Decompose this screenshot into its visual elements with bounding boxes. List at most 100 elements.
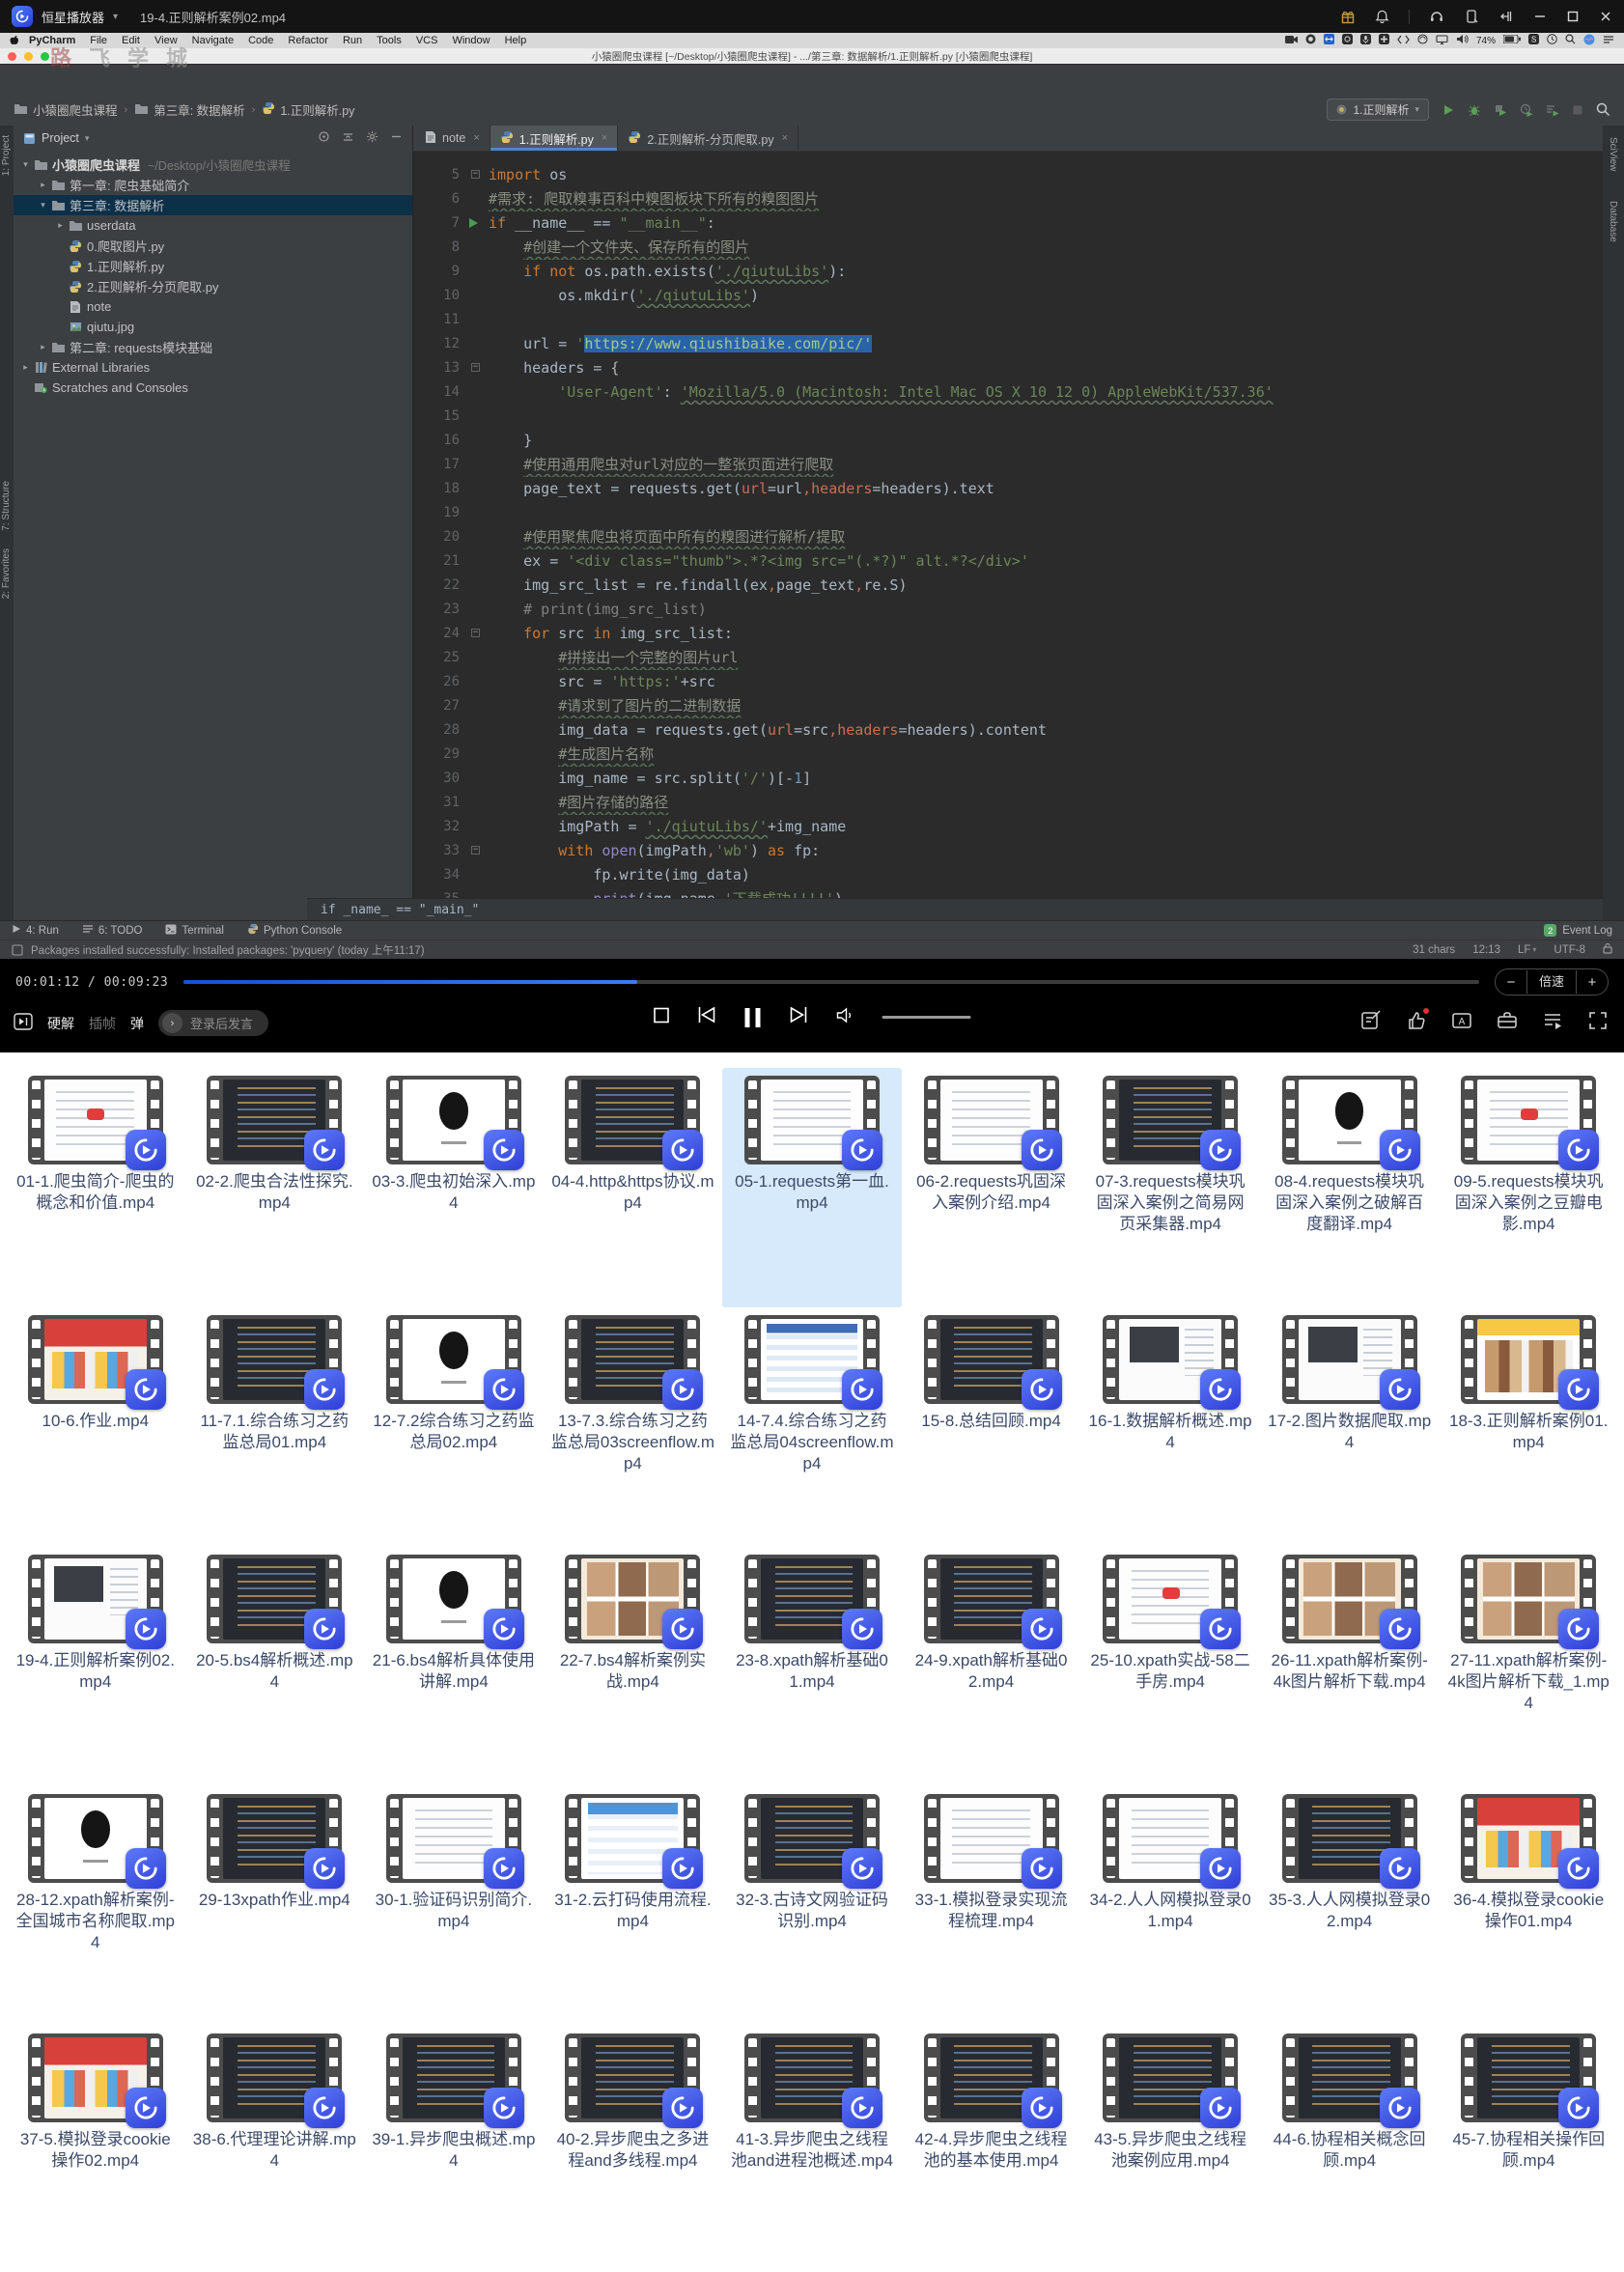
gear-icon[interactable] [366,130,378,146]
collapse-all-icon[interactable] [342,130,354,146]
subtitle-icon[interactable]: A [1451,1010,1472,1036]
playlist-icon[interactable] [1542,1010,1563,1036]
video-item[interactable]: 38-6.代理理论讲解.mp4 [185,2026,365,2265]
editor-tab[interactable]: 2.正则解析-分页爬取.py× [618,126,798,151]
video-item[interactable]: 17-2.图片数据爬取.mp4 [1260,1307,1440,1547]
speed-plus-button[interactable]: + [1577,974,1608,991]
toolbox-icon[interactable] [1497,1010,1518,1036]
video-item[interactable]: 19-4.正则解析案例02.mp4 [6,1547,185,1786]
menu-item[interactable]: Code [248,35,273,46]
volume-icon[interactable] [1456,34,1469,47]
video-item[interactable]: 42-4.异步爬虫之线程池的基本使用.mp4 [902,2026,1081,2265]
tree-item[interactable]: note [14,296,412,317]
mic-app-icon[interactable] [1360,34,1371,47]
stop-button[interactable] [654,1007,670,1028]
video-item[interactable]: 25-10.xpath实战-58二手房.mp4 [1080,1547,1260,1786]
fullscreen-icon[interactable] [1587,1010,1609,1036]
tree-item[interactable]: 0.爬取图片.py [14,236,412,256]
video-item[interactable]: 21-6.bs4解析具体使用讲解.mp4 [364,1547,544,1786]
breadcrumb-item[interactable]: 1.正则解析.py [262,100,354,119]
status-message[interactable]: Packages installed successfully: Install… [31,942,425,958]
video-item[interactable]: 32-3.古诗文网验证码识别.mp4 [722,1786,902,2026]
chevron-down-icon[interactable]: ▾ [113,12,118,22]
next-button[interactable] [788,1006,809,1028]
video-item[interactable]: 18-3.正则解析案例01.mp4 [1439,1307,1618,1547]
danmu-input[interactable]: › 登录后发言 [158,1010,268,1036]
hide-panel-icon[interactable] [390,130,403,146]
tab-close-icon[interactable]: × [473,132,479,144]
video-item[interactable]: 23-8.xpath解析基础01.mp4 [722,1547,902,1786]
video-item[interactable]: 15-8.总结回顾.mp4 [902,1307,1081,1547]
tree-item[interactable]: ▸第二章: requests模块基础 [14,337,412,357]
search-icon[interactable] [1565,34,1576,47]
menu-item[interactable]: Help [505,35,527,46]
video-item[interactable]: 06-2.requests巩固深入案例介绍.mp4 [902,1068,1081,1307]
run-button[interactable] [1442,103,1455,117]
seek-bar[interactable] [183,980,1479,984]
menu-item[interactable]: View [154,35,178,46]
line-ending-select[interactable]: LF▾ [1518,944,1536,956]
search-everywhere-icon[interactable] [1596,102,1610,117]
video-item[interactable]: 34-2.人人网模拟登录01.mp4 [1080,1786,1260,2026]
fold-icon[interactable]: − [471,170,480,179]
tool-strip-database[interactable]: Database [1608,201,1618,242]
close-traffic-light[interactable] [8,52,16,61]
video-item[interactable]: 35-3.人人网模拟登录02.mp4 [1260,1786,1440,2026]
tree-item[interactable]: 2.正则解析-分页爬取.py [14,276,412,296]
coverage-button[interactable] [1494,103,1507,117]
like-icon[interactable] [1406,1010,1427,1036]
video-item[interactable]: 01-1.爬虫简介-爬虫的概念和价值.mp4 [6,1068,185,1307]
pause-button[interactable] [745,1008,761,1027]
video-item[interactable]: 43-5.异步爬虫之线程池案例应用.mp4 [1080,2026,1260,2265]
frame-interp-toggle[interactable]: 插帧 [89,1014,116,1033]
video-item[interactable]: 39-1.异步爬虫概述.mp4 [364,2026,544,2265]
siri-icon[interactable] [1583,34,1595,48]
run-line-icon[interactable] [469,218,478,228]
breadcrumb-item[interactable]: 小猿圈爬虫课程 [14,100,118,119]
shottr-icon[interactable]: S [1528,34,1539,47]
gift-icon[interactable] [1340,9,1356,24]
tool-strip-sciview[interactable]: SciView [1608,137,1618,171]
code-brackets-icon[interactable] [1397,35,1410,47]
volume-icon[interactable] [836,1007,855,1028]
video-item[interactable]: 44-6.协程相关概念回顾.mp4 [1260,2026,1440,2265]
cc-icon[interactable] [1305,34,1316,47]
hw-decode-toggle[interactable]: 硬解 [47,1014,74,1033]
project-panel-header[interactable]: Project ▾ [14,126,412,151]
video-item[interactable]: 24-9.xpath解析基础02.mp4 [902,1547,1081,1786]
teamviewer-icon[interactable] [1324,34,1334,47]
video-item[interactable]: 41-3.异步爬虫之线程池and进程池概述.mp4 [722,2026,902,2265]
video-item[interactable]: 16-1.数据解析概述.mp4 [1080,1307,1260,1547]
video-item[interactable]: 36-4.模拟登录cookie操作01.mp4 [1439,1786,1618,2026]
video-item[interactable]: 45-7.协程相关操作回顾.mp4 [1439,2026,1618,2265]
video-item[interactable]: 37-5.模拟登录cookie操作02.mp4 [6,2026,185,2265]
video-item[interactable]: 14-7.4.综合练习之药监总局04screenflow.mp4 [722,1307,902,1547]
volume-slider[interactable] [882,1016,971,1019]
app-icon-dark[interactable] [1342,34,1353,47]
video-item[interactable]: 29-13xpath作业.mp4 [185,1786,365,2026]
video-item[interactable]: 28-12.xpath解析案例-全国城市名称爬取.mp4 [6,1786,185,2026]
video-item[interactable]: 20-5.bs4解析概述.mp4 [185,1547,365,1786]
tree-item[interactable]: 1.正则解析.py [14,256,412,276]
video-display[interactable]: PyCharmFileEditViewNavigateCodeRefactorR… [0,33,1624,959]
previous-button[interactable] [697,1006,718,1028]
editor-tab[interactable]: 1.正则解析.py× [490,126,619,151]
video-item[interactable]: 08-4.requests模块巩固深入案例之破解百度翻译.mp4 [1260,1068,1440,1307]
event-log-button[interactable]: 2 Event Log [1544,924,1612,937]
menu-item[interactable]: Run [343,35,362,46]
fold-icon[interactable]: − [471,846,480,855]
video-item[interactable]: 04-4.http&https协议.mp4 [544,1068,723,1307]
tree-item[interactable]: ▾小猿圈爬虫课程~/Desktop/小猿圈爬虫课程 [14,154,412,175]
tool-strip-project[interactable]: 1: Project [1,135,12,176]
menu-item[interactable]: VCS [416,35,438,46]
video-item[interactable]: 27-11.xpath解析案例-4k图片解析下载_1.mp4 [1439,1547,1618,1786]
apple-icon[interactable] [10,34,19,48]
tool-strip-favorites[interactable]: 2: Favorites [1,548,12,599]
menu-item[interactable]: File [90,35,107,46]
video-item[interactable]: 02-2.爬虫合法性探究.mp4 [185,1068,365,1307]
video-item[interactable]: 33-1.模拟登录实现流程梳理.mp4 [902,1786,1081,2026]
profiler-button[interactable] [1520,103,1533,117]
screen-cast-icon[interactable] [1464,9,1479,24]
debug-button[interactable] [1468,103,1481,117]
speed-label[interactable]: 倍速 [1526,970,1577,994]
